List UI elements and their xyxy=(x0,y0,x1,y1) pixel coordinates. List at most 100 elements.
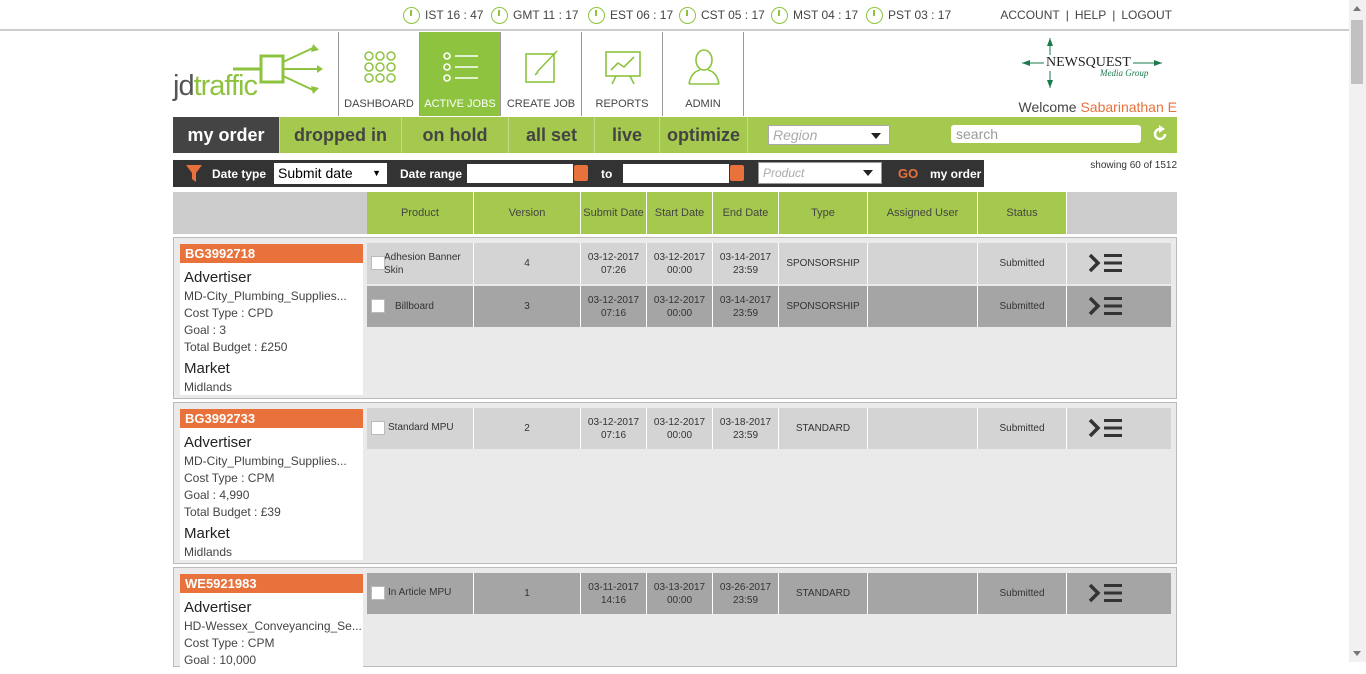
market-label: Market xyxy=(184,360,230,377)
calendar-icon[interactable] xyxy=(730,165,744,181)
welcome-user[interactable]: Sabarinathan E xyxy=(1080,99,1177,115)
refresh-icon[interactable] xyxy=(1151,125,1169,143)
to-label: to xyxy=(601,167,613,181)
row-checkbox[interactable] xyxy=(371,586,385,600)
result-count: showing 60 of 1512 xyxy=(1090,160,1177,171)
filter-funnel-icon[interactable] xyxy=(186,165,202,182)
vertical-scrollbar[interactable] xyxy=(1349,0,1366,662)
cell-status: Submitted xyxy=(978,408,1067,449)
product-select[interactable]: Product xyxy=(758,162,882,184)
tab-all-set[interactable]: all set xyxy=(509,117,595,153)
cell-start-date: 03-12-2017 00:00 xyxy=(647,408,713,449)
timezone-ist: IST 16 : 47 xyxy=(403,6,483,24)
cell-version: 4 xyxy=(474,243,581,284)
partner-subtitle: Media Group xyxy=(1100,68,1149,78)
row-checkbox[interactable] xyxy=(371,299,385,313)
cell-type: STANDARD xyxy=(779,573,868,614)
tab-live[interactable]: live xyxy=(595,117,660,153)
cell-end-date: 03-14-2017 23:59 xyxy=(713,286,779,327)
nav-active-jobs[interactable]: ACTIVE JOBS xyxy=(420,32,501,116)
search-input[interactable]: search xyxy=(951,125,1141,143)
welcome-message: Welcome Sabarinathan E xyxy=(1018,99,1177,115)
order-id[interactable]: WE5921983 xyxy=(180,574,363,593)
date-type-value: Submit date xyxy=(278,165,353,181)
clock-icon xyxy=(771,6,788,24)
tab-on-hold[interactable]: on hold xyxy=(402,117,509,153)
separator: | xyxy=(1112,8,1116,22)
table-row[interactable]: Adhesion Banner Skin 4 03-12-2017 07:26 0… xyxy=(367,243,1171,284)
cell-submit-date: 03-12-2017 07:16 xyxy=(581,408,647,449)
calendar-icon[interactable] xyxy=(574,165,588,181)
date-to-input[interactable] xyxy=(623,164,729,183)
row-checkbox[interactable] xyxy=(371,421,385,435)
cost-type: Cost Type : CPD xyxy=(184,306,274,320)
goal: Goal : 4,990 xyxy=(184,488,250,502)
scroll-down-icon[interactable] xyxy=(1353,651,1361,656)
product-placeholder: Product xyxy=(763,166,805,180)
date-type-select[interactable]: Submit date ▼ xyxy=(274,163,387,184)
market-value: Midlands xyxy=(184,380,233,394)
advertiser-name: HD-Wessex_Conveyancing_Se... xyxy=(184,619,362,633)
account-link[interactable]: ACCOUNT xyxy=(1000,8,1059,22)
tab-dropped-in[interactable]: dropped in xyxy=(280,117,402,153)
order-block: BG3992718 Advertiser MD-City_Plumbing_Su… xyxy=(173,237,1177,399)
row-actions-icon[interactable] xyxy=(1088,252,1124,274)
goal: Goal : 10,000 xyxy=(184,653,257,667)
row-actions-icon[interactable] xyxy=(1088,582,1124,604)
region-select[interactable]: Region xyxy=(768,125,890,145)
table-row[interactable]: Standard MPU 2 03-12-2017 07:16 03-12-201… xyxy=(367,408,1171,449)
market-value: Midlands xyxy=(184,545,233,559)
logout-link[interactable]: LOGOUT xyxy=(1121,8,1172,22)
nav-label: ACTIVE JOBS xyxy=(424,98,496,110)
row-checkbox[interactable] xyxy=(371,256,385,270)
nav-label: CREATE JOB xyxy=(506,98,576,110)
nav-create-job[interactable]: CREATE JOB xyxy=(501,32,582,116)
cell-version: 3 xyxy=(474,286,581,327)
go-button[interactable]: GO xyxy=(898,166,918,181)
market-label: Market xyxy=(184,525,230,542)
filter-bar: Date type Submit date ▼ Date range to Pr… xyxy=(173,160,984,187)
timezone-gmt: GMT 11 : 17 xyxy=(491,6,579,24)
cell-end-date: 03-14-2017 23:59 xyxy=(713,243,779,284)
col-product: Product xyxy=(367,192,474,234)
scroll-thumb[interactable] xyxy=(1351,20,1363,84)
cell-assigned-user xyxy=(868,286,978,327)
order-id[interactable]: BG3992733 xyxy=(180,409,363,428)
advertiser-label: Advertiser xyxy=(184,434,252,451)
list-icon xyxy=(443,52,478,82)
jdtraffic-logo[interactable]: jdtraffic xyxy=(173,42,323,108)
logo-text: jdtraffic xyxy=(173,70,258,102)
row-actions-icon[interactable] xyxy=(1088,295,1124,317)
newsquest-logo: NEWSQUEST Media Group xyxy=(1020,38,1165,90)
cost-type: Cost Type : CPM xyxy=(184,636,275,650)
scroll-up-icon[interactable] xyxy=(1353,6,1361,11)
clock-icon xyxy=(403,6,420,24)
edit-icon xyxy=(525,50,558,83)
tab-my-order[interactable]: my order xyxy=(173,117,280,153)
table-row[interactable]: Billboard 3 03-12-2017 07:16 03-12-2017 00… xyxy=(367,286,1171,327)
row-actions-icon[interactable] xyxy=(1088,417,1124,439)
date-from-input[interactable] xyxy=(467,164,573,183)
col-type: Type xyxy=(779,192,868,234)
separator: | xyxy=(1065,8,1069,22)
col-assigned-user: Assigned User xyxy=(868,192,978,234)
nav-admin[interactable]: ADMIN xyxy=(663,32,744,116)
order-id[interactable]: BG3992718 xyxy=(180,244,363,263)
help-link[interactable]: HELP xyxy=(1075,8,1106,22)
timezone-mst: MST 04 : 17 xyxy=(771,6,858,24)
advertiser-label: Advertiser xyxy=(184,599,252,616)
my-order-filter-label: my order xyxy=(930,167,982,181)
welcome-text: Welcome xyxy=(1018,99,1077,115)
col-start-date: Start Date xyxy=(647,192,713,234)
nav-label: REPORTS xyxy=(595,98,649,110)
nav-dashboard[interactable]: DASHBOARD xyxy=(339,32,420,116)
tab-optimize[interactable]: optimize xyxy=(660,117,748,153)
cell-start-date: 03-12-2017 00:00 xyxy=(647,243,713,284)
advertiser-label: Advertiser xyxy=(184,269,252,286)
table-header: Product Version Submit Date Start Date E… xyxy=(173,192,1177,234)
status-tabs-bar: my order dropped in on hold all set live… xyxy=(173,117,1177,153)
search-placeholder: search xyxy=(956,126,999,142)
nav-reports[interactable]: REPORTS xyxy=(582,32,663,116)
table-row[interactable]: In Article MPU 1 03-11-2017 14:16 03-13-2… xyxy=(367,573,1171,614)
cell-version: 1 xyxy=(474,573,581,614)
